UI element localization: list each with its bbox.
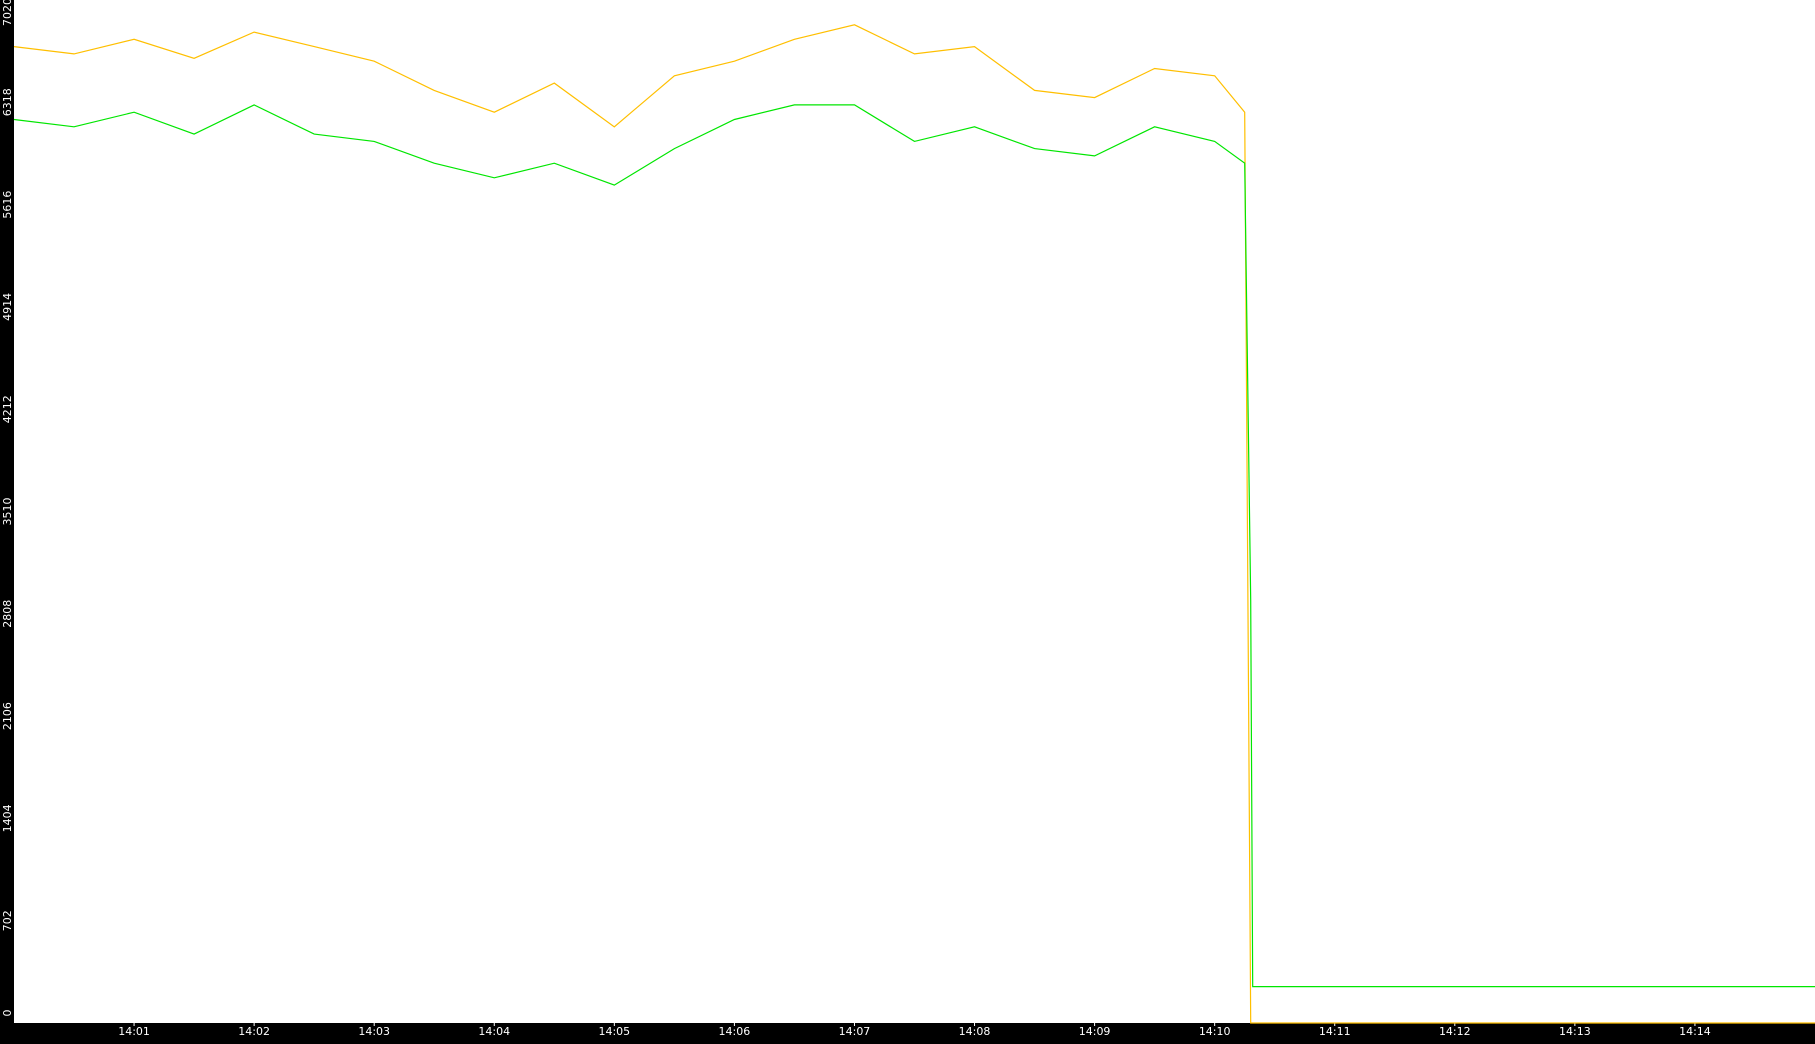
x-tick-label: 14:09	[1079, 1025, 1111, 1038]
line-chart: 0 702 1404 2106 2808 3510 4212 4914 5616 6318 7020…	[1, 0, 1815, 1038]
y-tick-label: 0	[1, 1010, 14, 1017]
x-tick-label: 14:14	[1679, 1025, 1711, 1038]
x-tick-label: 14:12	[1439, 1025, 1471, 1038]
y-tick-label: 6318	[1, 88, 14, 116]
x-tick-label: 14:01	[118, 1025, 150, 1038]
y-tick-label: 3510	[1, 498, 14, 526]
x-tick-label: 14:08	[959, 1025, 991, 1038]
x-tick-label: 14:02	[238, 1025, 270, 1038]
x-tick-label: 14:10	[1199, 1025, 1231, 1038]
y-tick-label: 2808	[1, 600, 14, 628]
y-tick-label: 7020	[1, 0, 14, 26]
y-tick-label: 4212	[1, 395, 14, 423]
y-axis: 0 702 1404 2106 2808 3510 4212 4914 5616 6318 7020	[1, 0, 14, 1017]
x-axis: 14:01 14:02 14:03 14:04 14:05 14:06 14:07 14:08…	[118, 1023, 1711, 1038]
x-tick-label: 14:11	[1319, 1025, 1351, 1038]
x-tick-label: 14:06	[719, 1025, 751, 1038]
x-tick-label: 14:03	[358, 1025, 390, 1038]
y-tick-label: 1404	[1, 804, 14, 832]
chart-root: 0 702 1404 2106 2808 3510 4212 4914 5616 6318 7020…	[0, 0, 1815, 1039]
y-tick-label: 2106	[1, 702, 14, 730]
y-tick-label: 5616	[1, 191, 14, 219]
x-tick-label: 14:05	[598, 1025, 630, 1038]
y-tick-label: 702	[1, 910, 14, 931]
y-tick-label: 4914	[1, 293, 14, 321]
plot-area	[14, 0, 1815, 1023]
x-tick-label: 14:13	[1559, 1025, 1591, 1038]
x-tick-label: 14:04	[478, 1025, 510, 1038]
x-tick-label: 14:07	[839, 1025, 871, 1038]
